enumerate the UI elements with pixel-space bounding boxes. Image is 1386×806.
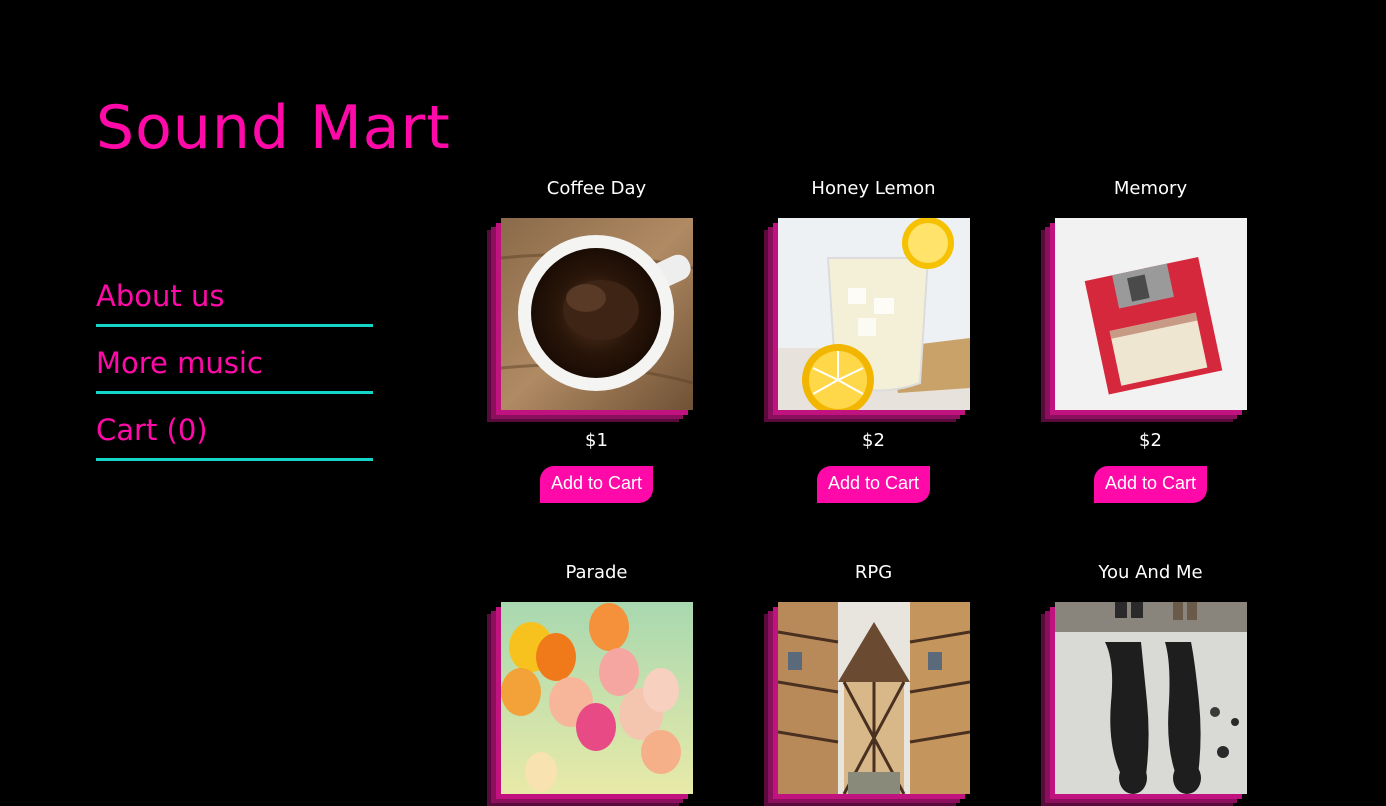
nav-about-us-link[interactable]: About us [96,278,373,327]
coffee-cup-image[interactable] [500,218,693,410]
product-card: RPG [735,562,1012,806]
add-to-cart-button[interactable]: Add to Cart [816,466,931,503]
product-card: Coffee Day $1 Add to Cart [458,180,735,503]
product-price: $2 [862,430,885,451]
product-title: RPG [854,562,893,583]
product-price: $1 [585,430,608,451]
couple-reflection-image[interactable] [1054,602,1247,794]
album-art-stack [763,218,970,422]
product-price: $2 [1139,430,1162,451]
balloons-image[interactable] [500,602,693,794]
product-card: You And Me [1012,562,1289,806]
village-street-image[interactable] [777,602,970,794]
product-card: Parade [458,562,735,806]
add-to-cart-button[interactable]: Add to Cart [539,466,654,503]
add-to-cart-button[interactable]: Add to Cart [1093,466,1208,503]
floppy-disk-image[interactable] [1054,218,1247,410]
album-art-stack [763,602,970,806]
main-nav: About us More music Cart (0) [96,278,373,479]
product-title: You And Me [1098,562,1203,583]
product-card: Honey Lemon $2 Add to Cart [735,180,1012,503]
product-title: Honey Lemon [811,178,936,199]
product-title: Coffee Day [546,178,647,199]
album-art-stack [486,218,693,422]
nav-more-music-link[interactable]: More music [96,345,373,394]
nav-cart-link[interactable]: Cart (0) [96,412,373,461]
product-card: Memory $2 Add to Cart [1012,180,1289,503]
lemonade-glass-image[interactable] [777,218,970,410]
site-title: Sound Mart [96,93,451,163]
product-title: Parade [565,562,628,583]
album-art-stack [1040,218,1247,422]
album-art-stack [486,602,693,806]
product-title: Memory [1113,178,1188,199]
album-art-stack [1040,602,1247,806]
